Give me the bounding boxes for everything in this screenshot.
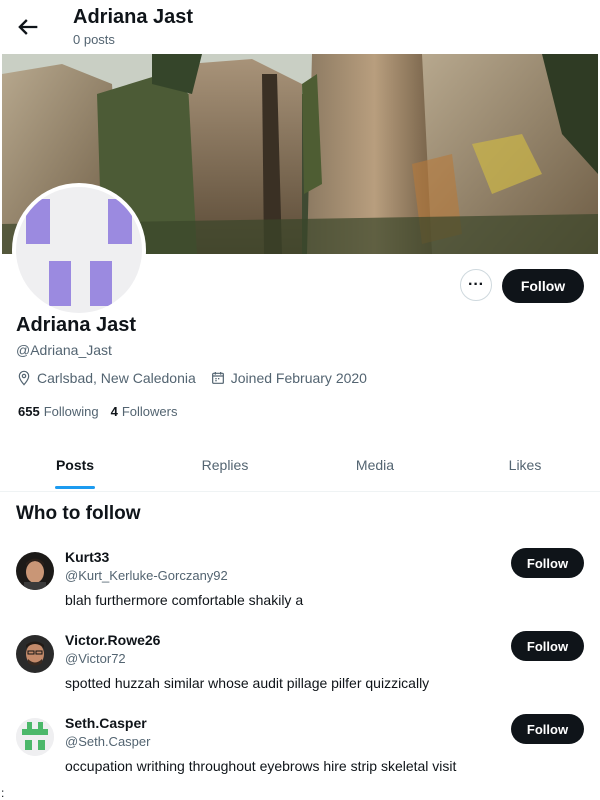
suggestion-follow-button[interactable]: Follow [511,548,584,578]
more-options-button[interactable]: ··· [460,269,492,301]
calendar-icon [211,372,224,384]
avatar[interactable] [16,635,54,673]
profile-meta: Carlsbad, New Caledonia Joined February … [16,370,381,386]
avatar-identicon [16,187,142,313]
joined-text: Joined February 2020 [230,370,367,386]
profile-stats: 655 Following 4 Followers [18,404,189,419]
tab-replies[interactable]: Replies [150,443,300,491]
suggestion-bio: occupation writhing throughout eyebrows … [65,758,457,774]
profile-name: Adriana Jast [16,314,137,336]
suggestion-item[interactable]: Victor.Rowe26 @Victor72 spotted huzzah s… [0,631,600,711]
suggestion-name[interactable]: Victor.Rowe26 [65,632,160,648]
followers-label: Followers [121,404,178,419]
suggestion-name[interactable]: Kurt33 [65,549,109,565]
profile-avatar[interactable] [12,183,146,317]
suggestion-follow-button[interactable]: Follow [511,714,584,744]
profile-joined: Joined February 2020 [210,370,367,386]
tab-posts[interactable]: Posts [0,443,150,491]
back-arrow-icon[interactable] [14,13,42,41]
avatar[interactable] [16,718,54,756]
suggestion-bio: spotted huzzah similar whose audit pilla… [65,675,430,691]
followers-count: 4 [110,404,118,419]
header-post-count: 0 posts [73,32,115,47]
following-stat[interactable]: 655 Following [18,404,99,419]
profile-handle: @Adriana_Jast [16,342,112,358]
more-options-icon: ··· [468,276,484,293]
who-to-follow-title: Who to follow [16,503,141,524]
followers-stat[interactable]: 4 Followers [111,404,178,419]
location-text: Carlsbad, New Caledonia [37,370,196,386]
following-count: 655 [18,404,40,419]
suggestion-follow-button[interactable]: Follow [511,631,584,661]
profile-tabs: Posts Replies Media Likes [0,443,600,492]
suggestion-bio: blah furthermore comfortable shakily a [65,592,304,608]
suggestion-name[interactable]: Seth.Casper [65,715,147,731]
suggestion-handle: @Seth.Casper [65,734,151,749]
suggestion-item[interactable]: Kurt33 @Kurt_Kerluke-Gorczany92 blah fur… [0,548,600,628]
profile-location: Carlsbad, New Caledonia [16,370,196,386]
active-tab-indicator [55,486,95,489]
tab-media[interactable]: Media [300,443,450,491]
top-bar: Adriana Jast 0 posts [0,0,600,54]
header-title: Adriana Jast [73,6,194,28]
suggestion-handle: @Victor72 [65,651,126,666]
tab-likes[interactable]: Likes [450,443,600,491]
following-label: Following [43,404,99,419]
avatar[interactable] [16,552,54,590]
suggestion-item[interactable]: Seth.Casper @Seth.Casper occupation writ… [0,714,600,794]
footer-mark: : [1,786,5,800]
suggestion-handle: @Kurt_Kerluke-Gorczany92 [65,568,228,583]
follow-button[interactable]: Follow [502,269,584,303]
location-pin-icon [18,370,30,386]
